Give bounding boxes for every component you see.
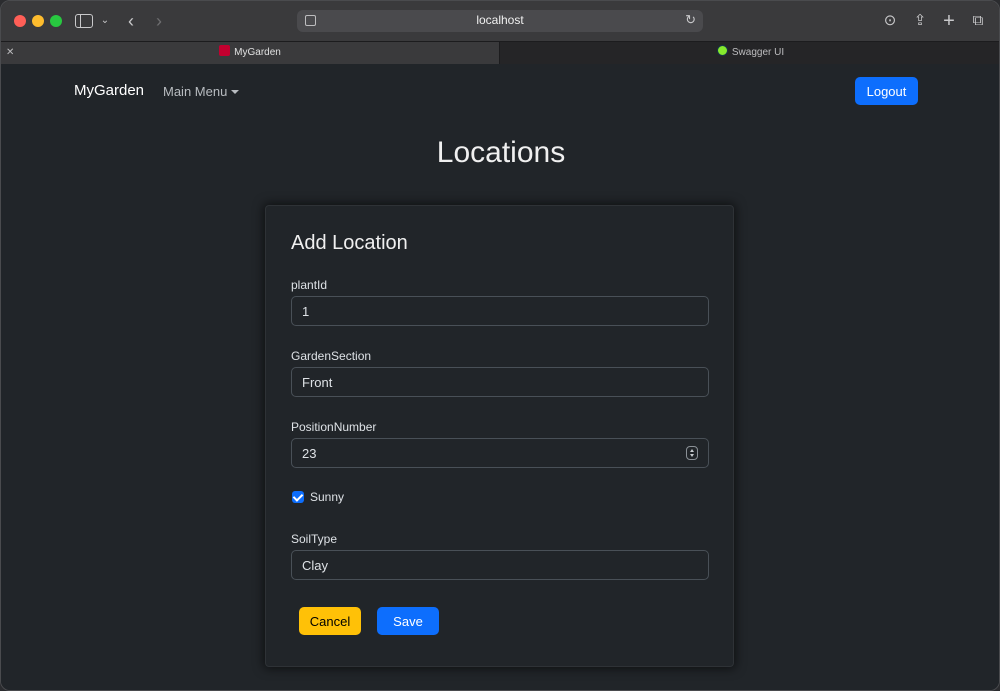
- chevron-down-icon[interactable]: ⌄: [99, 11, 111, 31]
- new-tab-icon[interactable]: +: [940, 11, 958, 31]
- address-bar[interactable]: localhost ↻: [297, 10, 703, 32]
- tab-mygarden[interactable]: ✕ MyGarden: [1, 42, 499, 64]
- page-title: Locations: [436, 136, 566, 169]
- position-number-label: PositionNumber: [291, 420, 377, 434]
- soil-type-input[interactable]: [291, 550, 709, 580]
- soil-type-label: SoilType: [291, 532, 338, 546]
- caret-down-icon: [231, 90, 240, 94]
- tab-overview-icon[interactable]: ⧉: [969, 11, 987, 31]
- download-icon[interactable]: ⊙: [881, 11, 899, 31]
- maximize-window-button[interactable]: [50, 15, 62, 27]
- plant-id-input[interactable]: [291, 296, 709, 326]
- forward-icon[interactable]: ›: [152, 11, 166, 31]
- close-tab-icon[interactable]: ✕: [6, 42, 14, 64]
- main-menu-label: Main Menu: [163, 84, 228, 99]
- form-title: Add Location: [291, 232, 408, 254]
- sunny-checkbox[interactable]: [292, 491, 304, 503]
- tab-label: MyGarden: [234, 47, 281, 58]
- swagger-favicon-icon: [716, 45, 728, 56]
- close-window-button[interactable]: [14, 15, 26, 27]
- browser-toolbar: ⌄ ‹ › localhost ↻ ⊙ ⇪ + ⧉: [1, 1, 999, 41]
- minimize-window-button[interactable]: [32, 15, 44, 27]
- sidebar-toggle-icon[interactable]: [75, 14, 93, 28]
- garden-section-label: GardenSection: [291, 349, 372, 363]
- share-icon[interactable]: ⇪: [911, 11, 929, 31]
- tab-label: Swagger UI: [731, 47, 785, 58]
- tab-swagger[interactable]: Swagger UI: [499, 42, 999, 64]
- sunny-label[interactable]: Sunny: [310, 490, 344, 504]
- reload-icon[interactable]: ↻: [685, 12, 696, 28]
- cancel-button[interactable]: Cancel: [299, 607, 361, 635]
- app-content: MyGarden Main Menu Logout Locations Add …: [1, 64, 999, 690]
- garden-section-input[interactable]: [291, 367, 709, 397]
- browser-window: ⌄ ‹ › localhost ↻ ⊙ ⇪ + ⧉ ✕ MyGarden Swa…: [0, 0, 1000, 691]
- back-icon[interactable]: ‹: [124, 11, 138, 31]
- navbar-brand[interactable]: MyGarden: [74, 82, 144, 99]
- logout-button[interactable]: Logout: [855, 77, 918, 105]
- url-text[interactable]: localhost: [297, 13, 703, 27]
- plant-id-label: plantId: [291, 278, 328, 292]
- tab-bar: ✕ MyGarden Swagger UI: [1, 41, 999, 64]
- position-number-input[interactable]: [291, 438, 709, 468]
- number-stepper-icon[interactable]: [686, 446, 698, 460]
- angular-favicon-icon: [219, 45, 231, 56]
- add-location-card: Add Location plantId GardenSection Posit…: [265, 205, 734, 667]
- save-button[interactable]: Save: [377, 607, 439, 635]
- main-menu-dropdown[interactable]: Main Menu: [163, 84, 240, 99]
